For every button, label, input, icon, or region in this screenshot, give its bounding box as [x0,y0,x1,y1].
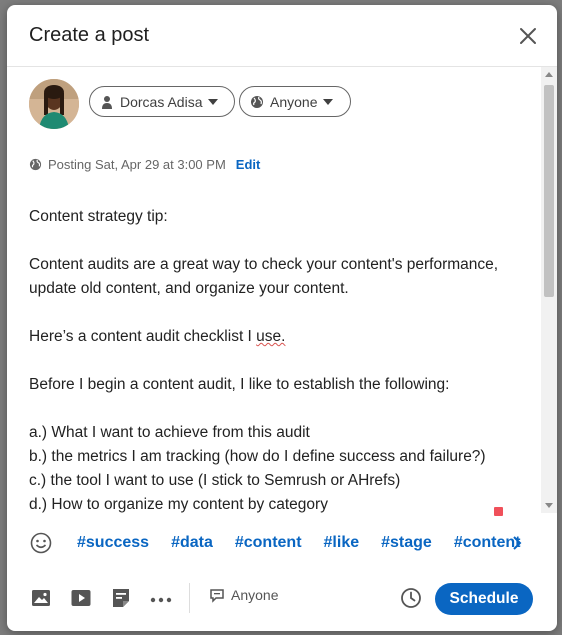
hashtag-chip[interactable]: #like [324,534,360,552]
schedule-clock-button[interactable] [399,586,423,615]
emoji-button[interactable] [29,531,53,560]
post-line: Content strategy tip: [29,208,168,225]
more-options-button[interactable] [149,591,173,609]
post-line [29,349,529,373]
document-icon [113,589,129,607]
chevron-down-icon [208,98,219,105]
footer-divider [189,583,190,613]
scroll-down-arrow-icon[interactable] [545,503,553,508]
hashtags-next-button[interactable] [507,531,527,555]
post-line: Content audits are a great way to check … [29,256,499,273]
clock-icon [401,588,421,608]
dialog-header: Create a post [7,5,557,67]
audience-label: Anyone [270,93,318,110]
video-icon [71,590,91,606]
hashtag-chip[interactable]: #stage [381,534,432,552]
dialog-title: Create a post [29,24,150,46]
post-line: update old content, and organize your co… [29,280,349,297]
post-line: d.) How to organize my content by catego… [29,496,328,513]
spellcheck-word: use. [256,328,286,345]
post-line [29,229,529,253]
schedule-text: Posting Sat, Apr 29 at 3:00 PM [48,157,226,172]
post-line: c.) the tool I want to use (I stick to S… [29,472,401,489]
add-video-button[interactable] [69,586,93,615]
post-line [29,301,529,325]
schedule-button[interactable]: Schedule [435,583,533,615]
chevron-right-icon [513,536,522,550]
hashtag-list: #success #data #content #like #stage #co… [77,525,529,561]
hashtag-chip[interactable]: #content [235,534,302,552]
comment-control-button[interactable]: Anyone [209,587,278,603]
image-icon [32,590,50,606]
edit-schedule-link[interactable]: Edit [236,157,261,172]
chevron-down-icon [323,98,334,105]
post-line [29,397,529,421]
post-body[interactable]: Content strategy tip: Content audits are… [29,205,529,513]
author-selector[interactable]: Dorcas Adisa [89,86,235,117]
close-icon [520,28,536,44]
dialog-footer: Anyone Schedule [7,577,557,621]
scroll-up-arrow-icon[interactable] [545,72,553,77]
hashtag-chip[interactable]: #success [77,534,149,552]
post-line: Here’s a content audit checklist I use. [29,328,286,345]
post-line: Before I begin a content audit, I like t… [29,376,450,393]
hashtag-suggestions: #success #data #content #like #stage #co… [7,525,557,561]
comment-audience-label: Anyone [231,587,279,603]
smiley-icon [30,532,52,554]
schedule-info: Posting Sat, Apr 29 at 3:00 PM Edit [29,157,260,172]
post-line: a.) What I want to achieve from this aud… [29,424,310,441]
avatar [29,79,79,129]
audience-selector[interactable]: Anyone [239,86,351,117]
hashtag-chip[interactable]: #data [171,534,213,552]
post-compose-area[interactable]: Dorcas Adisa Anyone Posting Sat, Apr 29 … [7,67,557,513]
scrollbar-thumb[interactable] [544,85,554,297]
scrollbar[interactable] [541,67,557,513]
comment-icon [210,589,224,603]
create-post-dialog: Create a post Dorcas Adisa Anyone Postin… [7,5,557,631]
post-line: b.) the metrics I am tracking (how do I … [29,448,486,465]
ellipsis-icon [150,597,172,603]
add-document-button[interactable] [109,586,133,615]
author-name: Dorcas Adisa [120,93,203,110]
marker-dot [494,507,503,516]
profile-photo [29,79,79,129]
globe-icon [29,158,42,171]
person-icon [102,95,112,109]
close-button[interactable] [513,21,543,51]
globe-icon [251,95,263,108]
add-photo-button[interactable] [29,586,53,615]
